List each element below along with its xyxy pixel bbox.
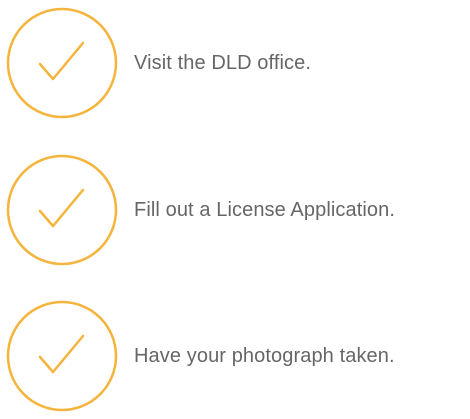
checklist: Visit the DLD office. Fill out a License… <box>0 0 470 419</box>
check-circle-icon <box>6 300 118 412</box>
step-label: Have your photograph taken. <box>134 345 395 367</box>
check-circle-icon <box>6 154 118 266</box>
checklist-item: Have your photograph taken. <box>0 300 470 412</box>
checklist-item: Visit the DLD office. <box>0 7 470 119</box>
check-circle-icon <box>6 7 118 119</box>
step-label: Fill out a License Application. <box>134 199 396 221</box>
step-label: Visit the DLD office. <box>134 52 312 74</box>
checklist-item: Fill out a License Application. <box>0 154 470 266</box>
